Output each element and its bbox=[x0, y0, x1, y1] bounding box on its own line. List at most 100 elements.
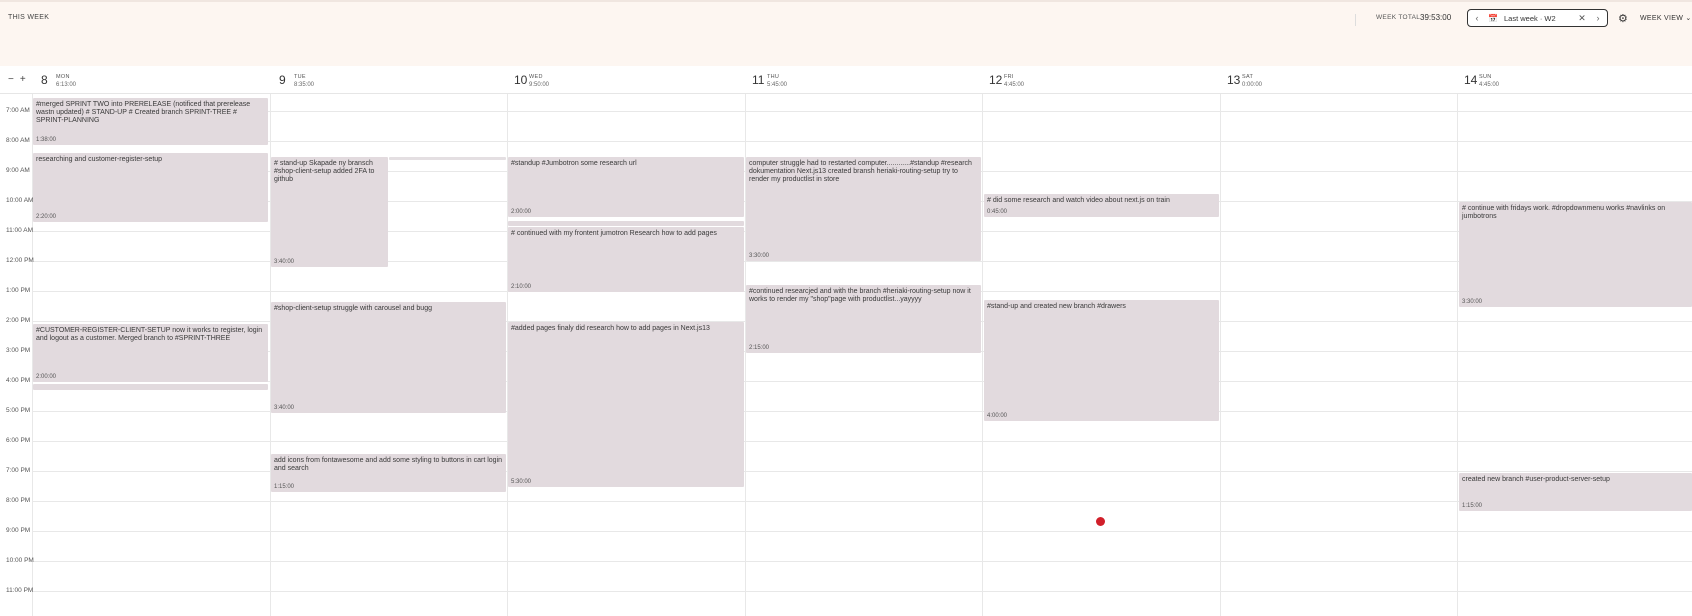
chevron-left-icon[interactable]: ‹ bbox=[1468, 13, 1486, 23]
time-entry[interactable]: #stand-up and created new branch #drawer… bbox=[984, 300, 1219, 421]
day-name: WED bbox=[529, 74, 543, 80]
day-header-row: − + 8 MON 6:13:00 9 TUE 8:35:00 10 WED 9:… bbox=[0, 66, 1692, 94]
hour-label: 5:00 PM bbox=[6, 407, 31, 414]
column-divider bbox=[1220, 94, 1221, 616]
entry-description: # stand-up Skapade ny bransch #shop-clie… bbox=[274, 160, 375, 183]
chevron-right-icon[interactable]: › bbox=[1589, 13, 1607, 23]
hour-label: 11:00 AM bbox=[6, 227, 33, 234]
hour-line bbox=[32, 141, 1692, 142]
day-number: 13 bbox=[1227, 73, 1241, 87]
day-name: TUE bbox=[294, 74, 306, 80]
time-entry[interactable]: #standup #Jumbotron some research url 2:… bbox=[508, 157, 744, 217]
entry-duration: 2:15:00 bbox=[749, 345, 770, 351]
day-name: SAT bbox=[1242, 74, 1254, 80]
entry-duration: 3:40:00 bbox=[274, 405, 295, 411]
week-picker-label[interactable]: Last week · W2 bbox=[1500, 14, 1575, 23]
calendar-icon: 📅 bbox=[1488, 13, 1498, 23]
entry-description: created new branch #user-product-server-… bbox=[1462, 476, 1610, 483]
day-total: 9:50:00 bbox=[529, 82, 550, 88]
day-name: SUN bbox=[1479, 74, 1492, 80]
time-entry[interactable]: #merged SPRINT TWO into PRERELEASE (noti… bbox=[33, 98, 268, 145]
day-total: 6:13:00 bbox=[56, 82, 77, 88]
time-entry[interactable]: # stand-up Skapade ny bransch #shop-clie… bbox=[271, 157, 388, 267]
hour-label: 7:00 AM bbox=[6, 107, 30, 114]
week-picker[interactable]: ‹ 📅 Last week · W2 ✕ › bbox=[1467, 9, 1608, 27]
hour-line bbox=[32, 591, 1692, 592]
hour-label: 4:00 PM bbox=[6, 377, 31, 384]
hour-label: 10:00 AM bbox=[6, 197, 34, 204]
entry-description: add icons from fontawesome and add some … bbox=[274, 457, 503, 472]
zoom-in-button[interactable]: + bbox=[20, 74, 26, 85]
gear-icon[interactable]: ⚙ bbox=[1618, 12, 1628, 25]
hour-label: 6:00 PM bbox=[6, 437, 31, 444]
day-total: 8:35:00 bbox=[294, 82, 315, 88]
time-entry[interactable]: created new branch #user-product-server-… bbox=[1459, 473, 1692, 511]
entry-description: # continued with my frontent jumotron Re… bbox=[511, 230, 717, 237]
entry-duration: 2:00:00 bbox=[36, 374, 57, 380]
hour-line bbox=[32, 501, 1692, 502]
hour-label: 2:00 PM bbox=[6, 317, 31, 324]
hour-label: 7:00 PM bbox=[6, 467, 31, 474]
zoom-out-button[interactable]: − bbox=[8, 74, 14, 85]
entry-duration: 2:00:00 bbox=[511, 209, 532, 215]
time-entry[interactable] bbox=[389, 157, 506, 160]
time-entry[interactable]: computer struggle had to restarted compu… bbox=[746, 157, 981, 261]
entry-description: #shop-client-setup struggle with carouse… bbox=[274, 305, 432, 312]
day-total: 4:45:00 bbox=[1004, 82, 1025, 88]
entry-duration: 5:30:00 bbox=[511, 479, 532, 485]
entry-duration: 1:15:00 bbox=[274, 484, 295, 490]
view-select[interactable]: WEEK VIEW ⌄ bbox=[1640, 14, 1692, 22]
entry-description: #merged SPRINT TWO into PRERELEASE (noti… bbox=[36, 101, 251, 124]
day-total: 4:45:00 bbox=[1479, 82, 1500, 88]
time-entry[interactable] bbox=[508, 221, 744, 226]
hour-line bbox=[32, 441, 1692, 442]
entry-description: #CUSTOMER-REGISTER-CLIENT-SETUP now it w… bbox=[36, 327, 263, 342]
entry-description: #standup #Jumbotron some research url bbox=[511, 160, 637, 167]
divider bbox=[1355, 14, 1356, 26]
hour-label: 9:00 PM bbox=[6, 527, 31, 534]
close-icon[interactable]: ✕ bbox=[1575, 13, 1589, 24]
time-entry[interactable]: add icons from fontawesome and add some … bbox=[271, 454, 506, 492]
time-entry[interactable]: # continued with my frontent jumotron Re… bbox=[508, 227, 744, 292]
time-entry[interactable]: # continue with fridays work. #dropdownm… bbox=[1459, 202, 1692, 307]
day-number: 12 bbox=[989, 73, 1003, 87]
entry-description: #added pages finaly did research how to … bbox=[511, 325, 710, 332]
entry-duration: 3:30:00 bbox=[1462, 299, 1483, 305]
entry-description: #continued researcjed and with the branc… bbox=[749, 288, 971, 303]
entry-duration: 4:00:00 bbox=[987, 413, 1008, 419]
current-time-indicator bbox=[1096, 517, 1105, 526]
week-total-value: 39:53:00 bbox=[1420, 13, 1452, 22]
time-entry[interactable]: #shop-client-setup struggle with carouse… bbox=[271, 302, 506, 413]
day-name: THU bbox=[767, 74, 780, 80]
entry-duration: 1:38:00 bbox=[36, 137, 57, 143]
entry-duration: 3:30:00 bbox=[749, 253, 770, 259]
hour-label: 8:00 PM bbox=[6, 497, 31, 504]
time-entry[interactable]: researching and customer-register-setup … bbox=[33, 153, 268, 222]
hour-label: 9:00 AM bbox=[6, 167, 30, 174]
entry-duration: 2:20:00 bbox=[36, 214, 57, 220]
time-entry[interactable]: #CUSTOMER-REGISTER-CLIENT-SETUP now it w… bbox=[33, 324, 268, 382]
hour-label: 12:00 PM bbox=[6, 257, 34, 264]
day-total: 0:00:00 bbox=[1242, 82, 1263, 88]
entry-duration: 0:45:00 bbox=[987, 209, 1008, 215]
entry-description: #stand-up and created new branch #drawer… bbox=[987, 303, 1126, 310]
entry-description: computer struggle had to restarted compu… bbox=[749, 160, 972, 183]
day-number: 8 bbox=[41, 73, 48, 87]
day-name: FRI bbox=[1004, 74, 1014, 80]
column-divider bbox=[982, 94, 983, 616]
entry-duration: 3:40:00 bbox=[274, 259, 295, 265]
time-entry[interactable]: #added pages finaly did research how to … bbox=[508, 322, 744, 487]
hour-label: 11:00 PM bbox=[6, 587, 34, 594]
entry-description: # continue with fridays work. #dropdownm… bbox=[1462, 205, 1666, 220]
time-entry[interactable]: # did some research and watch video abou… bbox=[984, 194, 1219, 217]
time-entry[interactable]: #continued researcjed and with the branc… bbox=[746, 285, 981, 353]
day-number: 11 bbox=[752, 73, 765, 87]
zoom-controls: − + bbox=[8, 74, 32, 85]
day-number: 14 bbox=[1464, 73, 1478, 87]
day-name: MON bbox=[56, 74, 70, 80]
time-entry[interactable] bbox=[33, 384, 268, 390]
day-number: 10 bbox=[514, 73, 528, 87]
entry-description: researching and customer-register-setup bbox=[36, 156, 163, 163]
entry-duration: 1:15:00 bbox=[1462, 503, 1483, 509]
hour-line bbox=[32, 561, 1692, 562]
